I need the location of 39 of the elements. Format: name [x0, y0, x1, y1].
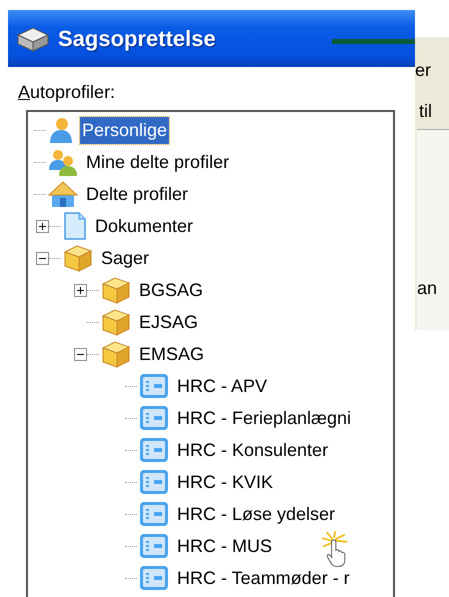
- form-icon: [139, 373, 169, 399]
- box-icon: [101, 340, 131, 368]
- box-icon: [101, 308, 131, 336]
- tree-item[interactable]: HRC - Ferieplanlægni: [175, 404, 354, 432]
- form-icon: [139, 405, 169, 431]
- tree-item[interactable]: EJSAG: [137, 308, 200, 336]
- form-icon: [139, 437, 169, 463]
- tree-item[interactable]: Sager: [99, 244, 152, 272]
- tree-item[interactable]: HRC - APV: [175, 372, 270, 400]
- tree-item[interactable]: HRC - Løse ydelser: [175, 500, 338, 528]
- form-icon: [139, 501, 169, 527]
- window-title: Sagsoprettelse: [58, 25, 216, 53]
- form-icon: [139, 565, 169, 591]
- tree-item[interactable]: Personlige: [80, 116, 170, 144]
- window-text: til: [418, 100, 433, 123]
- field-label: Autoprofiler:: [18, 81, 116, 104]
- tree-item[interactable]: Dokumenter: [93, 212, 196, 240]
- box-icon: [101, 276, 131, 304]
- form-icon: [139, 469, 169, 495]
- people-icon: [48, 148, 78, 176]
- form-icon: [139, 533, 169, 559]
- person-icon: [48, 116, 74, 144]
- expand-toggle[interactable]: [74, 284, 87, 296]
- document-icon: [63, 212, 87, 240]
- tree-item[interactable]: Delte profiler: [84, 180, 190, 208]
- tree-item[interactable]: HRC - MUS: [175, 532, 274, 560]
- collapse-toggle[interactable]: [36, 252, 49, 264]
- tree-item[interactable]: EMSAG: [137, 340, 206, 368]
- tree-item[interactable]: Mine delte profiler: [84, 148, 232, 176]
- tree-item[interactable]: HRC - Konsulenter: [175, 436, 330, 464]
- collapse-toggle[interactable]: [74, 348, 87, 360]
- tree-item[interactable]: HRC - Teammøder - r: [175, 564, 352, 592]
- tree-item[interactable]: HRC - KVIK: [175, 468, 276, 496]
- tree-item[interactable]: BGSAG: [137, 276, 206, 304]
- box-icon: [63, 244, 93, 272]
- window-text: er: [415, 59, 432, 82]
- expand-toggle[interactable]: [36, 220, 49, 232]
- house-icon: [48, 180, 78, 208]
- window-text: an: [417, 277, 438, 300]
